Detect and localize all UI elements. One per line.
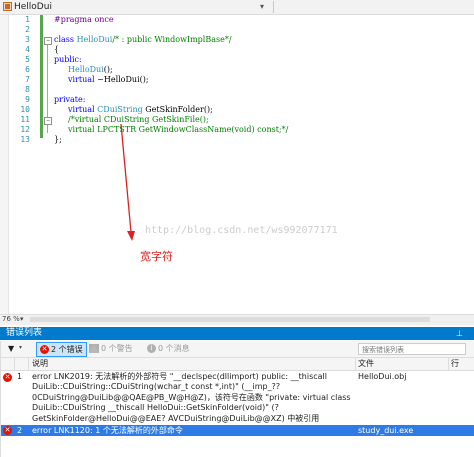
- column-line[interactable]: 行: [451, 358, 459, 370]
- zoom-chevron-icon[interactable]: ▾: [20, 315, 24, 324]
- zoom-level[interactable]: 76 %: [2, 315, 20, 324]
- line-number: 10: [20, 105, 30, 114]
- column-separator: [448, 358, 449, 370]
- error-list-toolbar: ▼ ▾ ✕ 2 个错误 0 个警告 i 0 个消息 搜索错误列表: [0, 341, 474, 358]
- line-number: 11: [20, 115, 30, 124]
- errors-filter-label: 2 个错误: [51, 345, 83, 354]
- class-scope-icon: [3, 2, 12, 11]
- chevron-down-icon[interactable]: ▾: [260, 1, 264, 13]
- error-description: error LNK2019: 无法解析的外部符号 "__declspec(dll…: [32, 372, 351, 423]
- scope-dropdown[interactable]: HelloDui: [14, 1, 52, 13]
- line-number: 1: [25, 15, 30, 24]
- table-row[interactable]: ✕ 1 error LNK2019: 无法解析的外部符号 "__declspec…: [0, 371, 474, 424]
- annotation-label: 宽字符: [140, 250, 173, 263]
- horizontal-scrollbar[interactable]: [30, 317, 430, 322]
- line-number: 9: [25, 95, 30, 104]
- error-file: HelloDui.obj: [358, 372, 407, 381]
- line-number: 3: [25, 35, 30, 44]
- change-tracking-bar: [40, 15, 43, 138]
- code-line-9: private:: [54, 95, 86, 104]
- line-number: 13: [20, 135, 30, 144]
- error-icon: ✕: [40, 345, 49, 354]
- code-line-10: virtual CDuiString GetSkinFolder();: [68, 105, 213, 114]
- collapse-class-icon[interactable]: −: [44, 37, 52, 45]
- error-icon: ✕: [3, 426, 12, 435]
- error-number: 2: [17, 426, 23, 435]
- code-line-4: {: [54, 45, 60, 54]
- code-editor[interactable]: 1 2 3 4 5 6 7 8 9 10 11 12 13 − − #pragm…: [0, 15, 474, 315]
- line-number: 5: [25, 55, 30, 64]
- errors-filter-button[interactable]: ✕ 2 个错误: [36, 342, 87, 357]
- line-number: 4: [25, 45, 30, 54]
- table-row-selected[interactable]: ✕ 2 error LNK1120: 1 个无法解析的外部命令 study_du…: [0, 425, 474, 436]
- messages-filter-button[interactable]: i 0 个消息: [144, 342, 193, 355]
- line-number: 7: [25, 75, 30, 84]
- collapse-comment-icon[interactable]: −: [44, 117, 52, 125]
- divider: [273, 1, 274, 13]
- error-icon: ✕: [3, 373, 12, 382]
- code-line-6: HelloDui();: [68, 65, 113, 74]
- info-icon: i: [147, 344, 156, 353]
- error-number: 1: [17, 372, 23, 381]
- code-line-11: /*virtual CDuiString GetSkinFile();: [68, 115, 209, 124]
- chevron-down-icon[interactable]: ▾: [19, 344, 22, 351]
- line-number: 6: [25, 65, 30, 74]
- panel-border: [0, 341, 1, 457]
- error-list-titlebar: 错误列表 ⊥: [0, 327, 474, 340]
- warning-icon: [89, 344, 99, 353]
- line-number: 2: [25, 25, 30, 34]
- line-number: 8: [25, 85, 30, 94]
- column-description[interactable]: 说明: [32, 358, 48, 370]
- code-line-5: public:: [54, 55, 82, 64]
- column-file[interactable]: 文件: [358, 358, 374, 370]
- code-line-7: virtual ~HelloDui();: [68, 75, 149, 84]
- error-list-title: 错误列表: [6, 328, 43, 338]
- warnings-filter-label: 0 个警告: [101, 344, 133, 353]
- column-separator: [28, 358, 29, 370]
- error-list-empty-area: [0, 436, 474, 457]
- editor-navigation-bar: HelloDui ▾: [0, 0, 474, 15]
- code-line-12: virtual LPCTSTR GetWindowClassName(void)…: [68, 125, 289, 134]
- messages-filter-label: 0 个消息: [158, 344, 190, 353]
- code-line-1: #pragma once: [54, 15, 114, 24]
- error-description: error LNK1120: 1 个无法解析的外部命令: [32, 426, 183, 435]
- column-separator: [355, 358, 356, 370]
- search-input[interactable]: 搜索错误列表: [358, 343, 466, 355]
- error-list-header: 说明 文件 行: [0, 358, 474, 371]
- warnings-filter-button[interactable]: 0 个警告: [86, 342, 136, 355]
- line-number: 12: [20, 125, 30, 134]
- error-file: study_dui.exe: [358, 426, 414, 435]
- watermark: http://blog.csdn.net/ws992077171: [145, 225, 338, 236]
- column-separator: [14, 358, 15, 370]
- pin-icon[interactable]: ⊥: [456, 328, 463, 339]
- filter-icon[interactable]: ▼: [8, 344, 14, 353]
- editor-status-strip: 76 % ▾: [0, 314, 474, 325]
- code-line-3: class HelloDui/* : public WindowImplBase…: [54, 35, 232, 44]
- code-line-13: };: [54, 135, 62, 144]
